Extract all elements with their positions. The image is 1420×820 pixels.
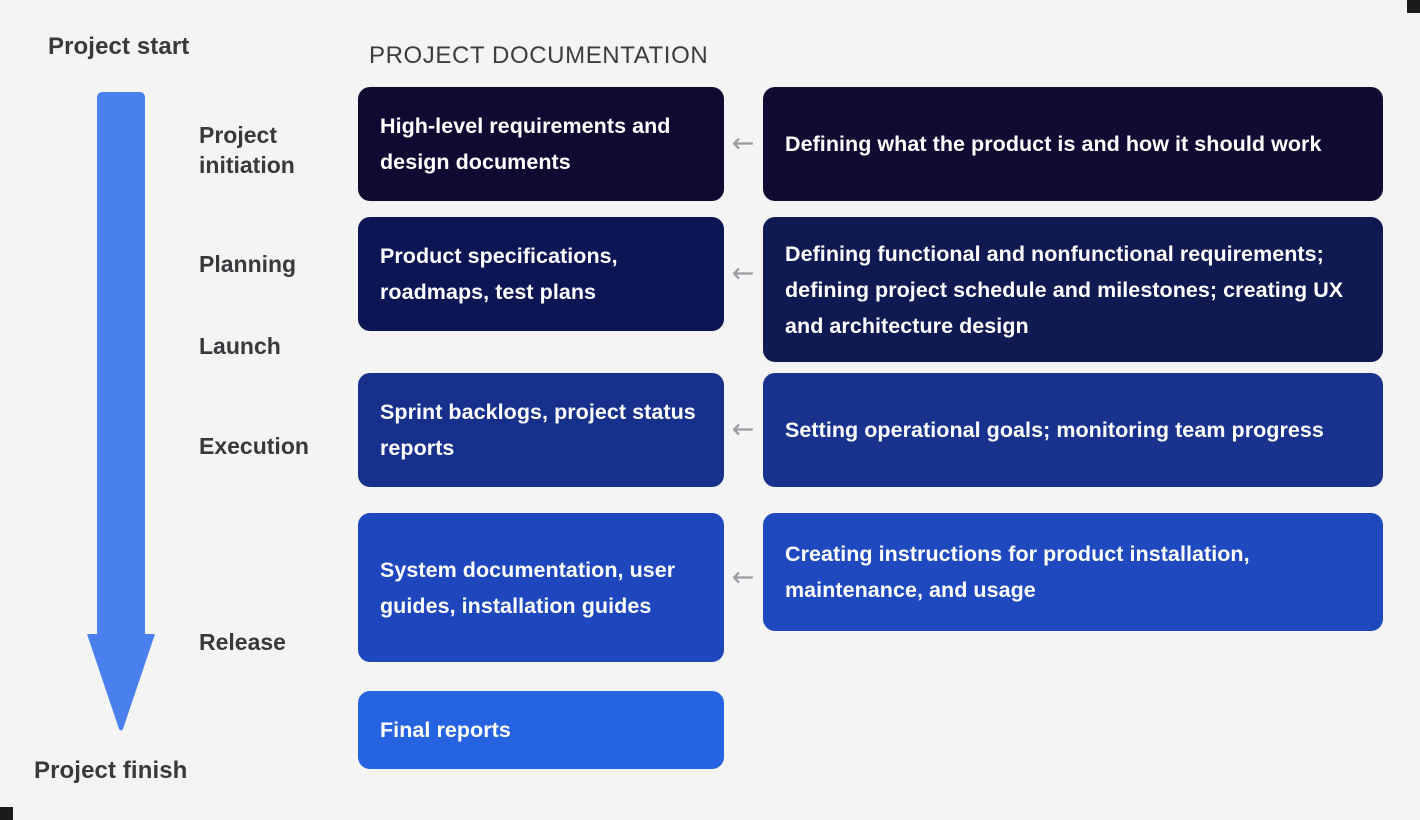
left-arrow-icon-1: ← xyxy=(731,128,755,159)
left-arrow-icon-4: ← xyxy=(731,562,755,593)
timeline-start-label: Project start xyxy=(48,33,190,60)
left-arrow-icon-2: ← xyxy=(731,258,755,289)
deliverable-card-3: Sprint backlogs, project status reports xyxy=(358,373,724,487)
deliverable-card-4: System documentation, user guides, insta… xyxy=(358,513,724,662)
activity-card-4: Creating instructions for product instal… xyxy=(763,513,1383,631)
activity-card-2: Defining functional and nonfunctional re… xyxy=(763,217,1383,362)
phase-label-launch: Launch xyxy=(199,333,281,359)
section-heading: PROJECT DOCUMENTATION xyxy=(369,42,709,69)
activity-card-3: Setting operational goals; monitoring te… xyxy=(763,373,1383,487)
timeline-finish-label: Project finish xyxy=(34,757,188,784)
page-corner-marker-bottom-left xyxy=(0,807,13,820)
phase-label-project-initiation: Project initiation xyxy=(199,122,295,178)
phase-label-execution: Execution xyxy=(199,433,309,459)
deliverable-card-5: Final reports xyxy=(358,691,724,769)
phase-label-release: Release xyxy=(199,629,286,655)
deliverable-card-2: Product specifications, roadmaps, test p… xyxy=(358,217,724,331)
phase-label-planning: Planning xyxy=(199,251,297,277)
deliverable-card-1: High-level requirements and design docum… xyxy=(358,87,724,201)
diagram-canvas: Project start Project finish Project ini… xyxy=(0,0,1420,820)
page-corner-marker-top-right xyxy=(1407,0,1420,13)
left-arrow-icon-3: ← xyxy=(731,414,755,445)
timeline-down-arrow xyxy=(87,92,155,731)
activity-card-1: Defining what the product is and how it … xyxy=(763,87,1383,201)
